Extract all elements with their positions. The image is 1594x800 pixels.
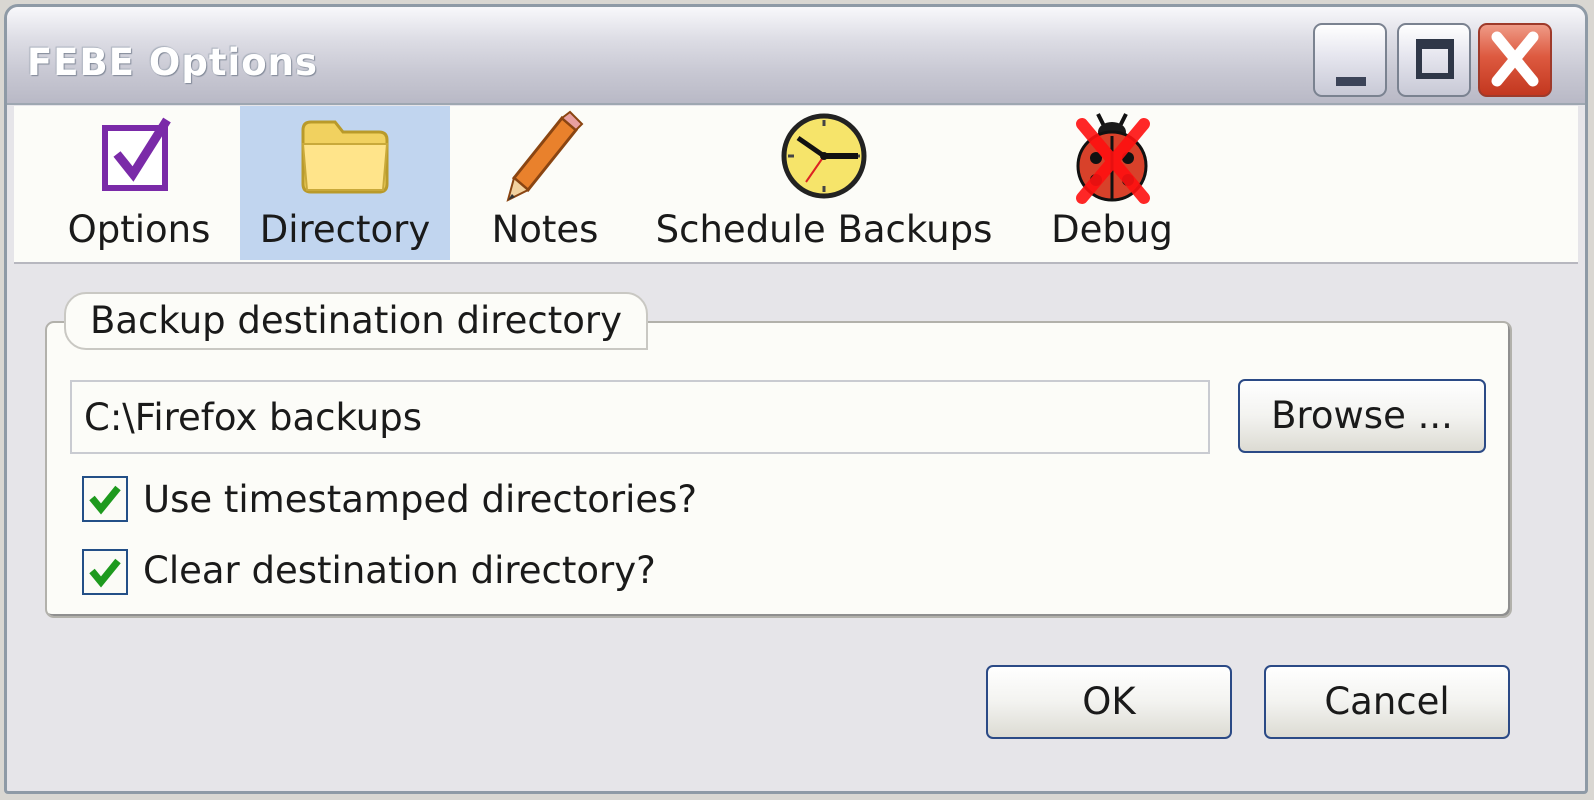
clear-destination-label: Clear destination directory? — [143, 549, 656, 592]
group-legend: Backup destination directory — [64, 292, 648, 350]
maximize-button[interactable] — [1397, 23, 1471, 97]
maximize-icon — [1416, 39, 1454, 79]
tab-debug[interactable]: Debug — [1032, 106, 1192, 260]
pencil-icon — [506, 110, 584, 202]
folder-icon — [301, 120, 389, 194]
check-icon — [89, 558, 121, 588]
title-bar[interactable]: FEBE Options — [7, 7, 1585, 105]
close-button[interactable] — [1478, 23, 1552, 97]
check-icon — [89, 485, 121, 515]
window-title: FEBE Options — [27, 41, 318, 84]
options-toolbar: Options Directory Notes Schedule Backups… — [14, 106, 1578, 264]
tab-label: Options — [67, 208, 211, 251]
destination-path-input[interactable] — [70, 380, 1210, 454]
minimize-button[interactable] — [1313, 23, 1387, 97]
tab-schedule-backups[interactable]: Schedule Backups — [654, 106, 994, 260]
ladybug-disabled-icon — [1076, 113, 1150, 204]
clear-destination-checkbox[interactable] — [82, 549, 128, 595]
tab-options[interactable]: Options — [44, 106, 234, 260]
tab-label: Directory — [259, 208, 431, 251]
minimize-icon — [1336, 77, 1366, 86]
ok-button[interactable]: OK — [986, 665, 1232, 739]
tab-notes[interactable]: Notes — [470, 106, 620, 260]
tab-label: Debug — [1051, 208, 1173, 251]
checkbox-icon — [102, 117, 171, 191]
timestamped-directories-label: Use timestamped directories? — [143, 478, 698, 521]
tab-label: Notes — [491, 208, 599, 251]
cancel-button[interactable]: Cancel — [1264, 665, 1510, 739]
tab-label: Schedule Backups — [655, 208, 993, 251]
browse-button[interactable]: Browse ... — [1238, 379, 1486, 453]
timestamped-directories-checkbox[interactable] — [82, 476, 128, 522]
tab-directory[interactable]: Directory — [240, 106, 450, 260]
clock-icon — [781, 113, 867, 199]
close-icon — [1491, 31, 1539, 87]
